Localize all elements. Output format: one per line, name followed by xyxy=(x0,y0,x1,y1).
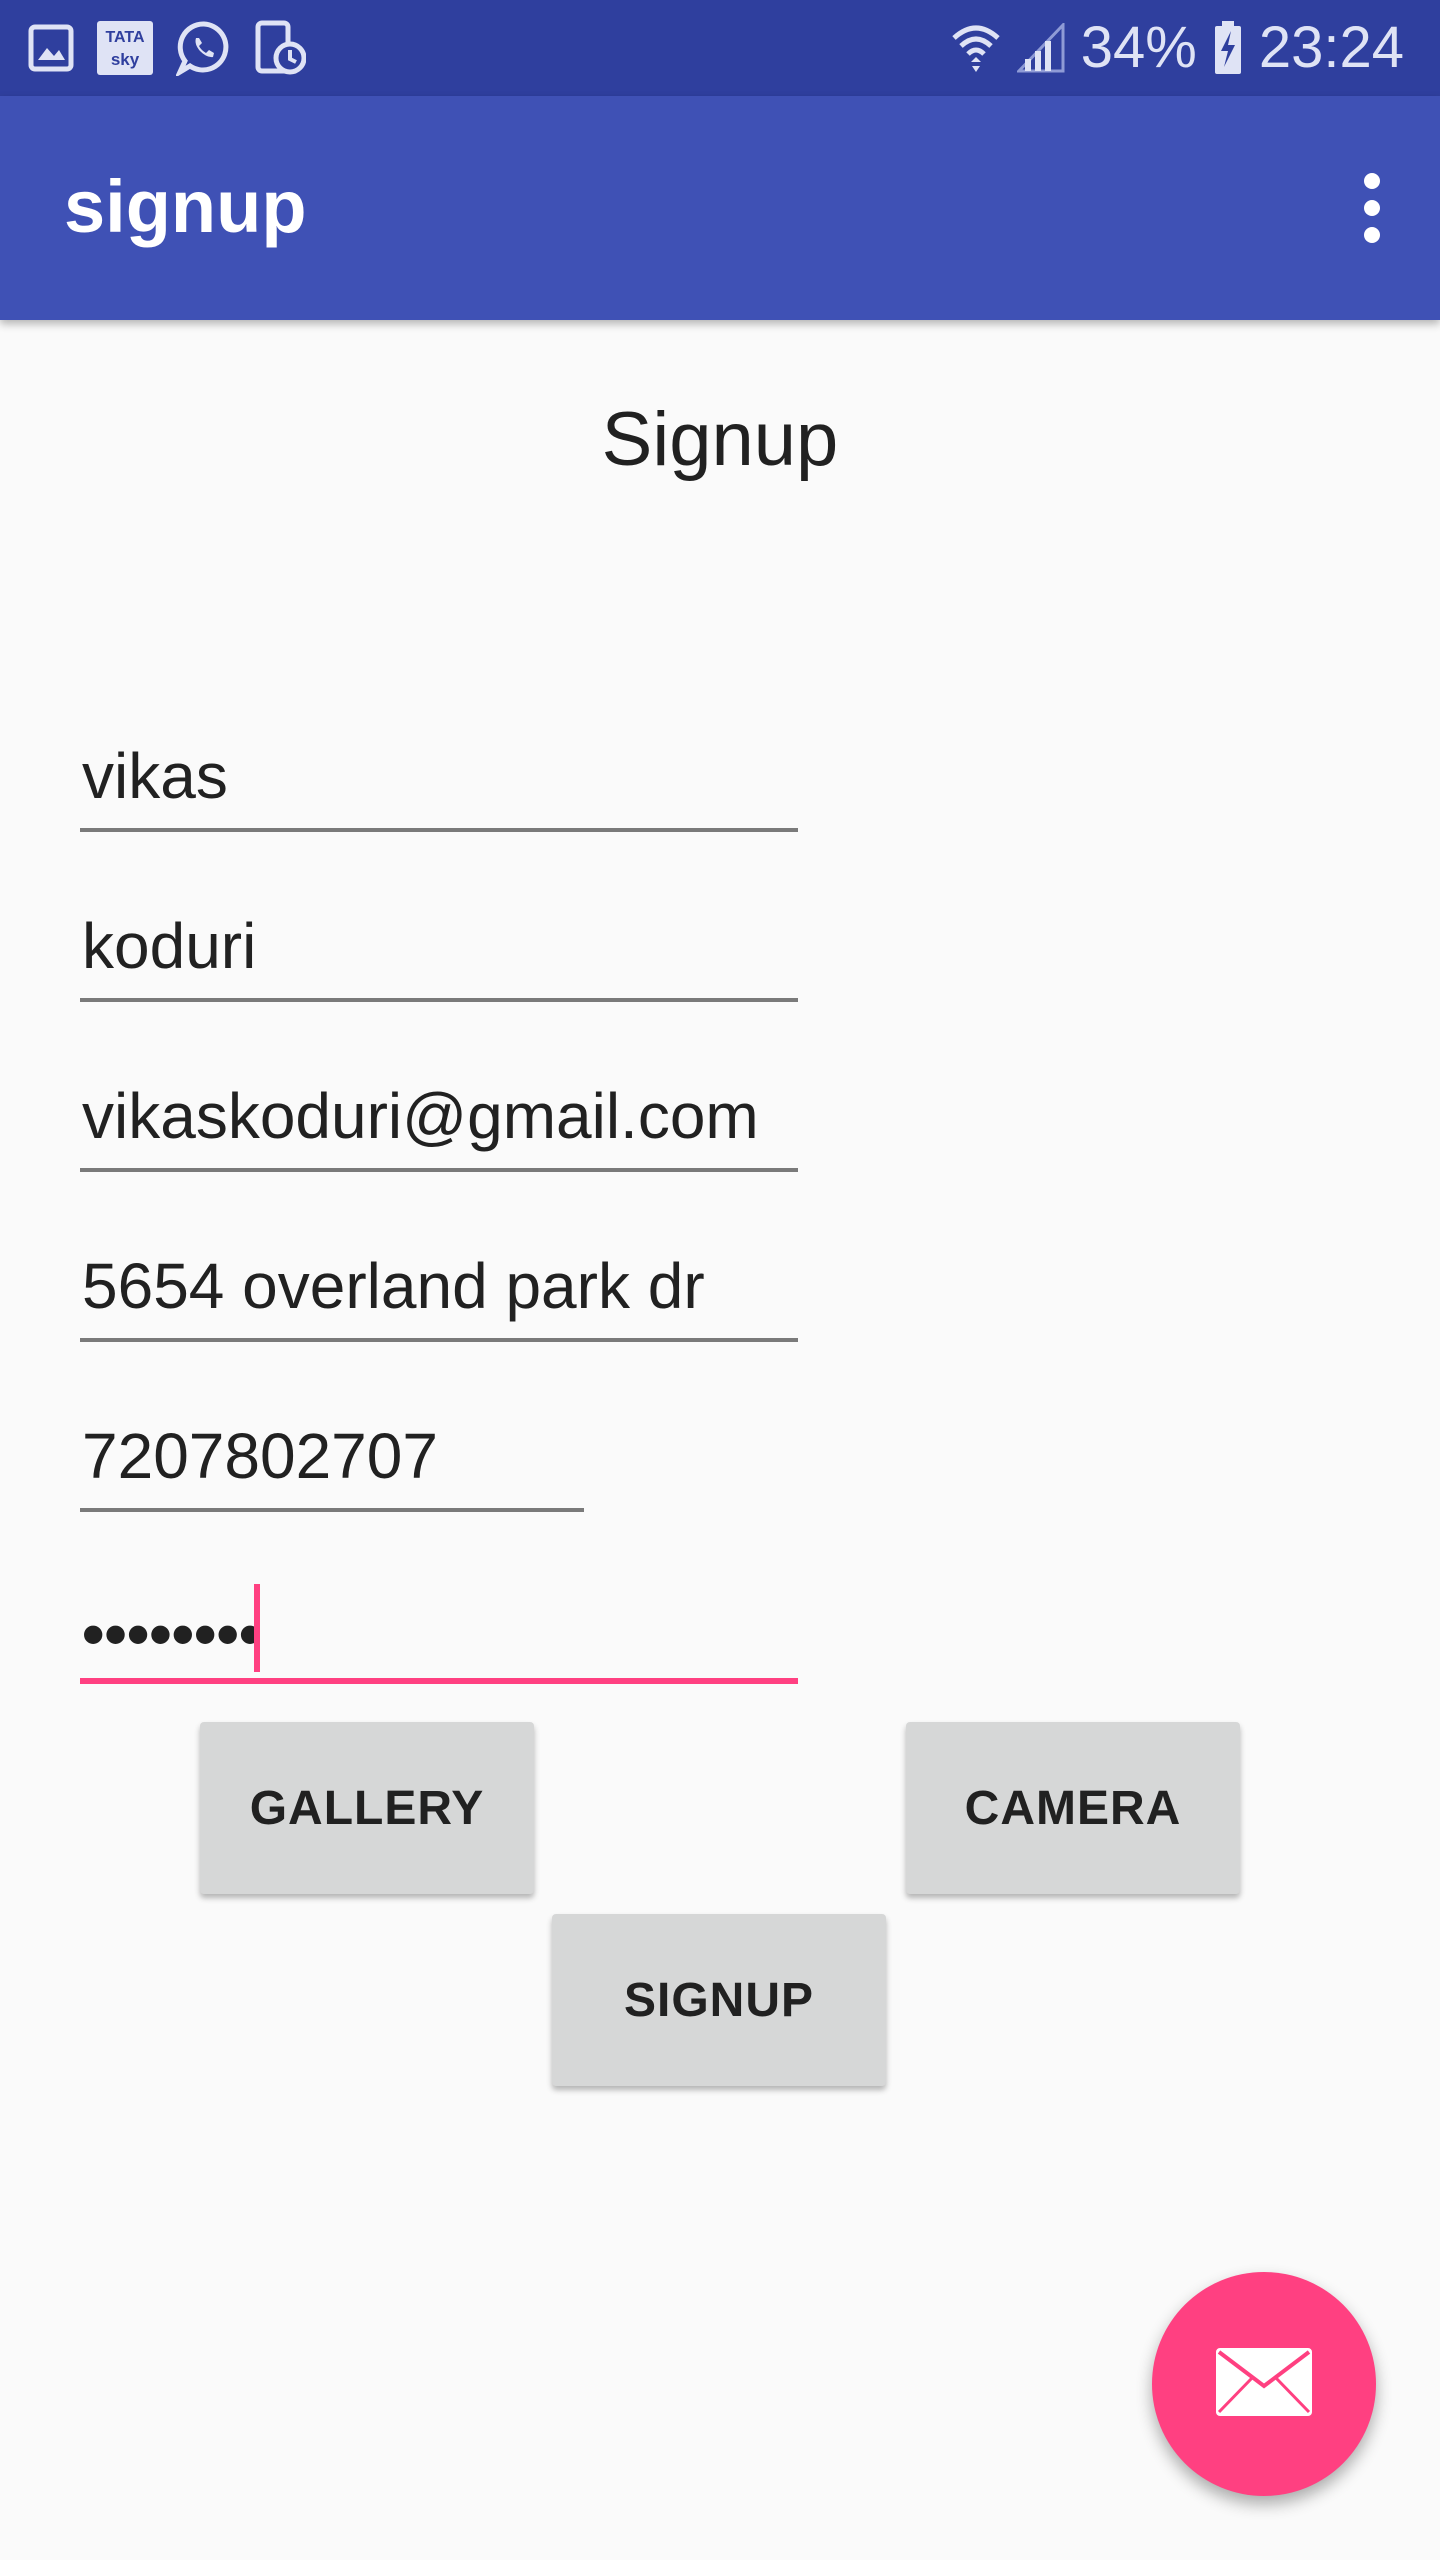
address-field[interactable]: 5654 overland park dr xyxy=(80,1246,798,1342)
gallery-button[interactable]: GALLERY xyxy=(200,1722,534,1894)
app-bar: signup xyxy=(0,96,1440,320)
last-name-field[interactable]: koduri xyxy=(80,906,798,1002)
email-value: vikaskoduri@gmail.com xyxy=(82,1080,759,1152)
last-name-value: koduri xyxy=(82,910,257,982)
battery-charging-icon xyxy=(1213,21,1243,75)
camera-button[interactable]: CAMERA xyxy=(906,1722,1240,1894)
signup-button[interactable]: SIGNUP xyxy=(552,1914,886,2086)
page-title: Signup xyxy=(601,397,839,482)
clock: 23:24 xyxy=(1258,15,1404,80)
wifi-icon xyxy=(951,22,1001,74)
more-vert-icon[interactable] xyxy=(1342,166,1402,250)
email-icon xyxy=(1214,2346,1314,2423)
status-bar: TATA sky 34% 23:24 xyxy=(0,0,1440,96)
notification-icons: TATA sky xyxy=(28,20,306,76)
app-title: signup xyxy=(64,165,307,248)
signal-icon xyxy=(1016,23,1065,73)
address-value: 5654 overland park dr xyxy=(82,1250,705,1322)
svg-text:TATA: TATA xyxy=(105,29,145,46)
first-name-field[interactable]: vikas xyxy=(80,736,798,832)
text-cursor xyxy=(254,1584,260,1672)
phone-sync-icon xyxy=(254,20,306,76)
phone-value: 7207802707 xyxy=(82,1420,438,1492)
email-field[interactable]: vikaskoduri@gmail.com xyxy=(80,1076,798,1172)
password-field[interactable]: •••••••• xyxy=(80,1584,798,1684)
battery-percentage: 34% xyxy=(1080,15,1197,80)
tata-sky-icon: TATA sky xyxy=(96,20,154,76)
svg-text:sky: sky xyxy=(111,50,140,69)
password-value: •••••••• xyxy=(82,1598,262,1670)
system-status: 34% 23:24 xyxy=(951,14,1404,82)
gallery-icon xyxy=(28,24,74,72)
phone-field[interactable]: 7207802707 xyxy=(80,1416,584,1512)
whatsapp-icon xyxy=(176,20,232,76)
email-fab[interactable] xyxy=(1152,2272,1376,2496)
first-name-value: vikas xyxy=(82,740,228,812)
